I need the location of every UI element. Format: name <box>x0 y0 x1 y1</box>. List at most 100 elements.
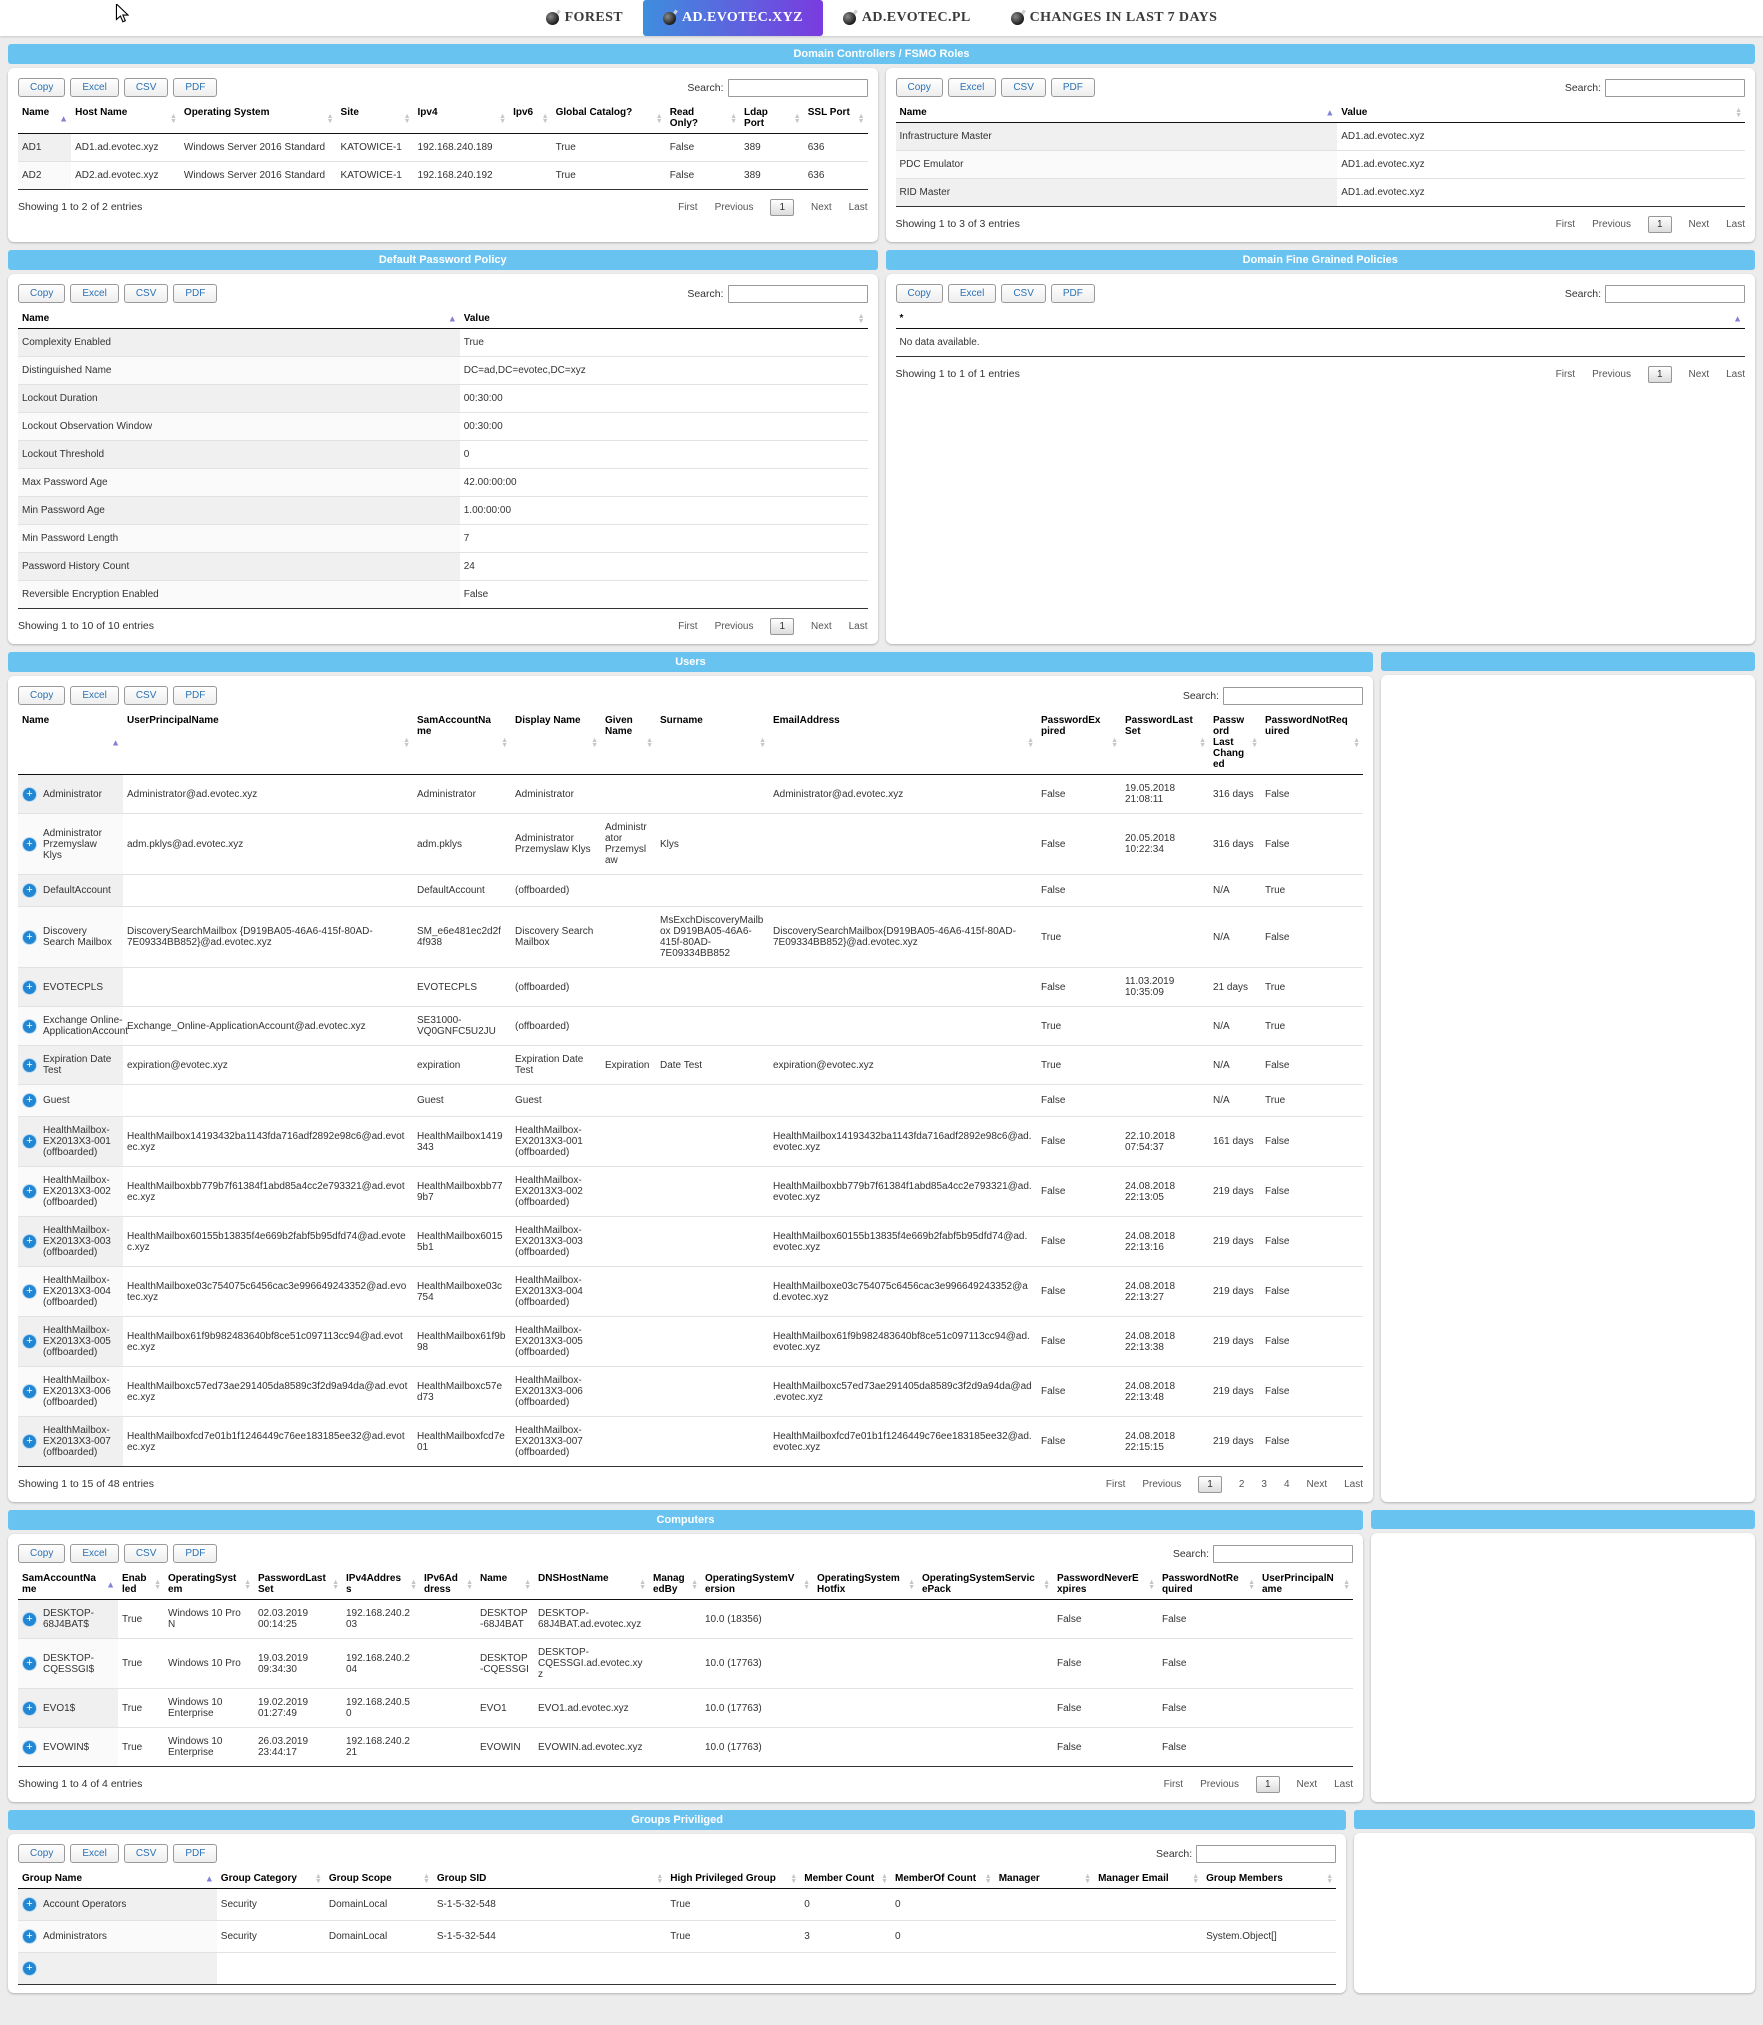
search-input[interactable] <box>1223 687 1363 705</box>
expand-row-icon[interactable]: + <box>22 980 37 995</box>
pager-next[interactable]: Next <box>1297 1779 1318 1790</box>
excel-button[interactable]: Excel <box>70 1844 118 1863</box>
sort-icon[interactable]: ▲ <box>205 1875 214 1884</box>
pager-page-1[interactable]: 1 <box>1648 366 1672 383</box>
sort-icon[interactable]: ▲ <box>1325 109 1334 118</box>
sort-icon[interactable]: ▲▼ <box>1735 108 1742 118</box>
sort-icon[interactable]: ▲▼ <box>1148 1580 1155 1590</box>
pager-page-1[interactable]: 1 <box>1256 1776 1280 1793</box>
pager-first[interactable]: First <box>1164 1779 1183 1790</box>
expand-row-icon[interactable]: + <box>22 930 37 945</box>
column-header[interactable]: Name▲ <box>18 310 460 329</box>
sort-icon[interactable]: ▲▼ <box>410 1580 417 1590</box>
expand-row-icon[interactable]: + <box>22 1019 37 1034</box>
sort-icon[interactable]: ▲▼ <box>858 114 865 124</box>
pager-last[interactable]: Last <box>1334 1779 1353 1790</box>
column-header[interactable]: SamAccountName▲▼ <box>413 712 511 775</box>
expand-row-icon[interactable]: + <box>22 1284 37 1299</box>
excel-button[interactable]: Excel <box>948 78 996 97</box>
column-header[interactable]: Manager▲▼ <box>995 1870 1094 1889</box>
pager-last[interactable]: Last <box>849 621 868 632</box>
pager-previous[interactable]: Previous <box>1142 1479 1181 1490</box>
sort-icon[interactable]: ▲▼ <box>908 1580 915 1590</box>
excel-button[interactable]: Excel <box>70 1544 118 1563</box>
sort-icon[interactable]: ▲▼ <box>790 1874 797 1884</box>
column-header[interactable]: IPv6Address▲▼ <box>420 1570 476 1600</box>
column-header[interactable]: Given Name▲▼ <box>601 712 656 775</box>
pager-page-1[interactable]: 1 <box>1648 216 1672 233</box>
copy-button[interactable]: Copy <box>18 284 65 303</box>
column-header[interactable]: Read Only?▲▼ <box>666 104 740 134</box>
csv-button[interactable]: CSV <box>124 1544 169 1563</box>
column-header[interactable]: PasswordLastSet▲▼ <box>254 1570 342 1600</box>
pdf-button[interactable]: PDF <box>173 1844 217 1863</box>
expand-row-icon[interactable]: + <box>22 1384 37 1399</box>
search-input[interactable] <box>728 285 868 303</box>
column-header[interactable]: Display Name▲▼ <box>511 712 601 775</box>
pager-page-1[interactable]: 1 <box>770 618 794 635</box>
expand-row-icon[interactable]: + <box>22 883 37 898</box>
copy-button[interactable]: Copy <box>18 686 65 705</box>
column-header[interactable]: Group Name▲ <box>18 1870 217 1889</box>
csv-button[interactable]: CSV <box>124 78 169 97</box>
copy-button[interactable]: Copy <box>18 1544 65 1563</box>
column-header[interactable]: Member Count▲▼ <box>800 1870 891 1889</box>
sort-icon[interactable]: ▲ <box>448 315 457 324</box>
expand-row-icon[interactable]: + <box>22 1184 37 1199</box>
column-header[interactable]: Group Members▲▼ <box>1202 1870 1336 1889</box>
excel-button[interactable]: Excel <box>70 284 118 303</box>
column-header[interactable]: IPv4Address▲▼ <box>342 1570 420 1600</box>
column-header[interactable]: Surname▲▼ <box>656 712 769 775</box>
csv-button[interactable]: CSV <box>124 686 169 705</box>
search-input[interactable] <box>1605 79 1745 97</box>
column-header[interactable]: Value▲▼ <box>1337 104 1745 123</box>
sort-icon[interactable]: ▲▼ <box>1192 1874 1199 1884</box>
tab-ad-evotec-pl[interactable]: AD.EVOTEC.PL <box>823 0 991 36</box>
search-input[interactable] <box>728 79 868 97</box>
sort-icon[interactable]: ▲▼ <box>154 1580 161 1590</box>
column-header[interactable]: PasswordLastSet▲▼ <box>1121 712 1209 775</box>
pager-next[interactable]: Next <box>811 202 832 213</box>
pdf-button[interactable]: PDF <box>1051 78 1095 97</box>
expand-row-icon[interactable]: + <box>22 1897 37 1912</box>
sort-icon[interactable]: ▲▼ <box>794 114 801 124</box>
sort-icon[interactable]: ▲▼ <box>1343 1580 1350 1590</box>
excel-button[interactable]: Excel <box>948 284 996 303</box>
pager-first[interactable]: First <box>1106 1479 1125 1490</box>
expand-row-icon[interactable]: + <box>22 1656 37 1671</box>
expand-row-icon[interactable]: + <box>22 787 37 802</box>
column-header[interactable]: PasswordExpired▲▼ <box>1037 712 1121 775</box>
sort-icon[interactable]: ▲▼ <box>858 314 865 324</box>
column-header[interactable]: UserPrincipalName▲▼ <box>123 712 413 775</box>
column-header[interactable]: PasswordNotRequired▲▼ <box>1261 712 1363 775</box>
expand-row-icon[interactable]: + <box>22 1701 37 1716</box>
sort-icon[interactable]: ▲▼ <box>1353 738 1360 748</box>
pager-first[interactable]: First <box>678 621 697 632</box>
column-header[interactable]: EmailAddress▲▼ <box>769 712 1037 775</box>
expand-row-icon[interactable]: + <box>22 1740 37 1755</box>
sort-icon[interactable]: ▲▼ <box>691 1580 698 1590</box>
excel-button[interactable]: Excel <box>70 686 118 705</box>
column-header[interactable]: Enabled▲▼ <box>118 1570 164 1600</box>
pager-next[interactable]: Next <box>1689 369 1710 380</box>
tab-changes-in-last-7-days[interactable]: CHANGES IN LAST 7 DAYS <box>991 0 1238 36</box>
expand-row-icon[interactable]: + <box>22 1929 37 1944</box>
sort-icon[interactable]: ▲▼ <box>170 114 177 124</box>
search-input[interactable] <box>1605 285 1745 303</box>
expand-row-icon[interactable]: + <box>22 1612 37 1627</box>
sort-icon[interactable]: ▲▼ <box>639 1580 646 1590</box>
column-header[interactable]: PasswordNotRequired▲▼ <box>1158 1570 1258 1600</box>
column-header[interactable]: DNSHostName▲▼ <box>534 1570 649 1600</box>
copy-button[interactable]: Copy <box>896 78 943 97</box>
pdf-button[interactable]: PDF <box>173 78 217 97</box>
column-header[interactable]: Ldap Port▲▼ <box>740 104 804 134</box>
expand-row-icon[interactable]: + <box>22 837 37 852</box>
sort-icon[interactable]: ▲▼ <box>1043 1580 1050 1590</box>
pager-last[interactable]: Last <box>1344 1479 1363 1490</box>
expand-row-icon[interactable]: + <box>22 1961 37 1976</box>
sort-icon[interactable]: ▲▼ <box>404 114 411 124</box>
sort-icon[interactable]: ▲ <box>111 739 120 748</box>
sort-icon[interactable]: ▲▼ <box>591 738 598 748</box>
sort-icon[interactable]: ▲▼ <box>542 114 549 124</box>
sort-icon[interactable]: ▲▼ <box>1199 738 1206 748</box>
